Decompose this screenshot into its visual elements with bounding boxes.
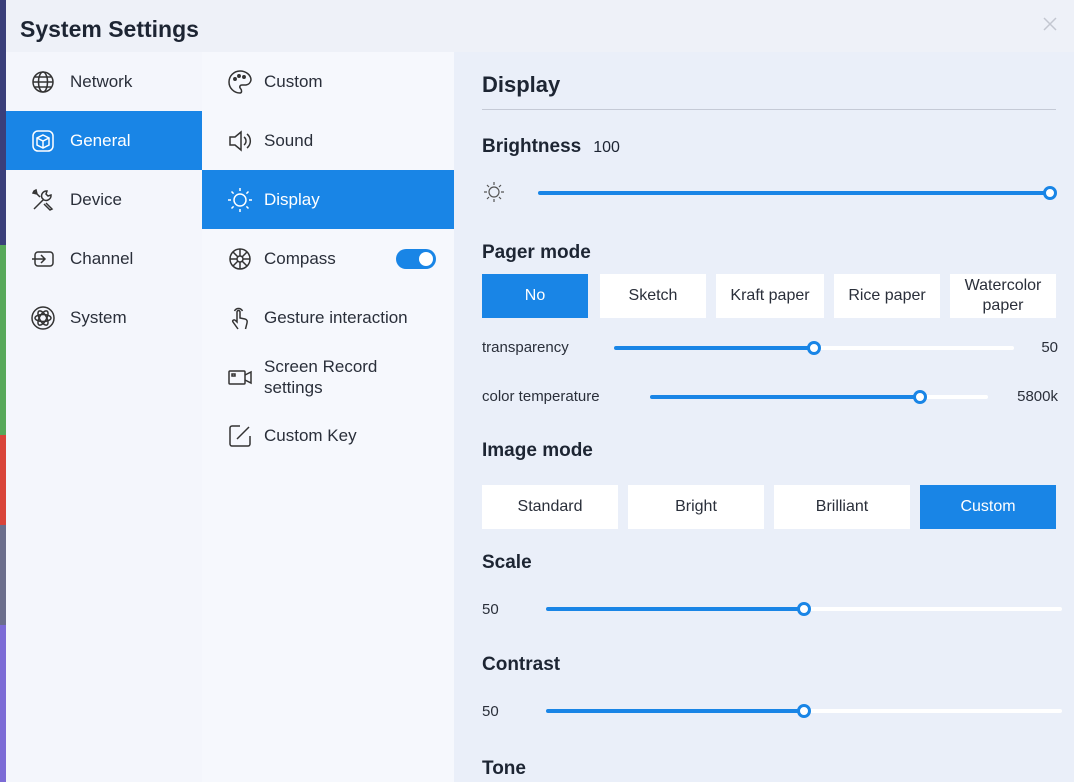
close-icon[interactable] bbox=[1038, 12, 1062, 36]
slider-thumb[interactable] bbox=[797, 602, 811, 616]
pager-sketch-button[interactable]: Sketch bbox=[600, 274, 706, 318]
subitem-label: Screen Record settings bbox=[264, 356, 378, 397]
category-network[interactable]: Network bbox=[6, 52, 202, 111]
slider-thumb[interactable] bbox=[797, 704, 811, 718]
sun-icon bbox=[228, 187, 252, 212]
cube-icon bbox=[32, 129, 54, 152]
speaker-icon bbox=[229, 129, 252, 152]
scale-heading: Scale bbox=[482, 552, 532, 573]
pager-kraft-paper-button[interactable]: Kraft paper bbox=[716, 274, 824, 318]
compass-toggle[interactable] bbox=[396, 249, 436, 269]
atom-icon bbox=[31, 305, 55, 330]
contrast-slider[interactable] bbox=[546, 704, 1062, 718]
toggle-knob bbox=[419, 252, 433, 266]
subitem-label: Gesture interaction bbox=[264, 307, 408, 327]
category-label: Network bbox=[70, 71, 133, 91]
category-list: Network General Device Channel System bbox=[6, 52, 202, 782]
camera-icon bbox=[228, 369, 252, 385]
image-bright-button[interactable]: Bright bbox=[628, 485, 764, 529]
slider-thumb[interactable] bbox=[1043, 186, 1057, 200]
subitem-label: Custom Key bbox=[264, 425, 357, 445]
contrast-value: 50 bbox=[482, 703, 499, 720]
pager-rice-paper-button[interactable]: Rice paper bbox=[834, 274, 940, 318]
subitem-label: Display bbox=[264, 189, 320, 209]
category-channel[interactable]: Channel bbox=[6, 229, 202, 288]
sun-small-icon bbox=[484, 182, 504, 202]
display-panel: Display Brightness 100 Pager mode No Sket… bbox=[454, 52, 1074, 782]
slider-thumb[interactable] bbox=[913, 390, 928, 404]
scale-value: 50 bbox=[482, 601, 499, 618]
transparency-value: 50 bbox=[1041, 339, 1058, 356]
subitem-custom[interactable]: Custom bbox=[202, 52, 454, 111]
transparency-slider[interactable] bbox=[614, 341, 1014, 355]
subitem-screen-record-settings[interactable]: Screen Record settings bbox=[202, 347, 454, 406]
image-standard-button[interactable]: Standard bbox=[482, 485, 618, 529]
slider-fill bbox=[650, 395, 921, 399]
brightness-value: 100 bbox=[593, 139, 620, 156]
category-device[interactable]: Device bbox=[6, 170, 202, 229]
slider-thumb[interactable] bbox=[807, 341, 821, 355]
subitem-label: Custom bbox=[264, 71, 323, 91]
subsection-list: Custom Sound Display Compass Gesture int… bbox=[202, 52, 454, 782]
hand-pointer-icon bbox=[232, 307, 248, 329]
brightness-label: Brightness bbox=[482, 136, 582, 157]
color-temperature-label: color temperature bbox=[482, 388, 600, 405]
subitem-display[interactable]: Display bbox=[202, 170, 454, 229]
scale-slider[interactable] bbox=[546, 602, 1062, 616]
divider bbox=[482, 109, 1056, 110]
globe-icon bbox=[32, 70, 54, 93]
input-icon bbox=[32, 250, 54, 267]
subitem-label: Compass bbox=[264, 248, 336, 268]
compass-icon bbox=[229, 247, 251, 270]
subitem-gesture-interaction[interactable]: Gesture interaction bbox=[202, 288, 454, 347]
subitem-compass[interactable]: Compass bbox=[202, 229, 454, 288]
pager-mode-heading: Pager mode bbox=[482, 242, 591, 263]
image-custom-button[interactable]: Custom bbox=[920, 485, 1056, 529]
brightness-heading: Brightness 100 bbox=[482, 136, 620, 158]
tone-heading: Tone bbox=[482, 758, 526, 779]
subitem-custom-key[interactable]: Custom Key bbox=[202, 406, 454, 465]
color-temperature-slider[interactable] bbox=[650, 390, 988, 404]
slider-fill bbox=[614, 346, 814, 350]
palette-icon bbox=[228, 69, 252, 94]
subitem-sound[interactable]: Sound bbox=[202, 111, 454, 170]
edit-key-icon bbox=[229, 424, 251, 447]
image-mode-heading: Image mode bbox=[482, 440, 593, 461]
category-system[interactable]: System bbox=[6, 288, 202, 347]
window-title: System Settings bbox=[20, 16, 199, 42]
slider-fill bbox=[546, 607, 804, 611]
tools-icon bbox=[31, 188, 54, 211]
title-bar: System Settings bbox=[6, 0, 1074, 56]
contrast-heading: Contrast bbox=[482, 654, 561, 675]
pager-no-button[interactable]: No bbox=[482, 274, 588, 318]
subitem-label: Sound bbox=[264, 130, 314, 150]
settings-window: System Settings Network General Device C… bbox=[6, 0, 1074, 782]
image-brilliant-button[interactable]: Brilliant bbox=[774, 485, 910, 529]
transparency-label: transparency bbox=[482, 339, 569, 356]
slider-fill bbox=[538, 191, 1050, 195]
brightness-slider[interactable] bbox=[538, 186, 1057, 200]
slider-fill bbox=[546, 709, 804, 713]
color-temperature-value: 5800k bbox=[1017, 388, 1058, 405]
pager-watercolor-paper-button[interactable]: Watercolor paper bbox=[950, 274, 1056, 318]
category-general[interactable]: General bbox=[6, 111, 202, 170]
category-label: Channel bbox=[70, 248, 134, 268]
category-label: System bbox=[70, 307, 127, 327]
category-label: General bbox=[70, 130, 131, 150]
panel-heading: Display bbox=[482, 72, 561, 97]
category-label: Device bbox=[70, 189, 122, 209]
